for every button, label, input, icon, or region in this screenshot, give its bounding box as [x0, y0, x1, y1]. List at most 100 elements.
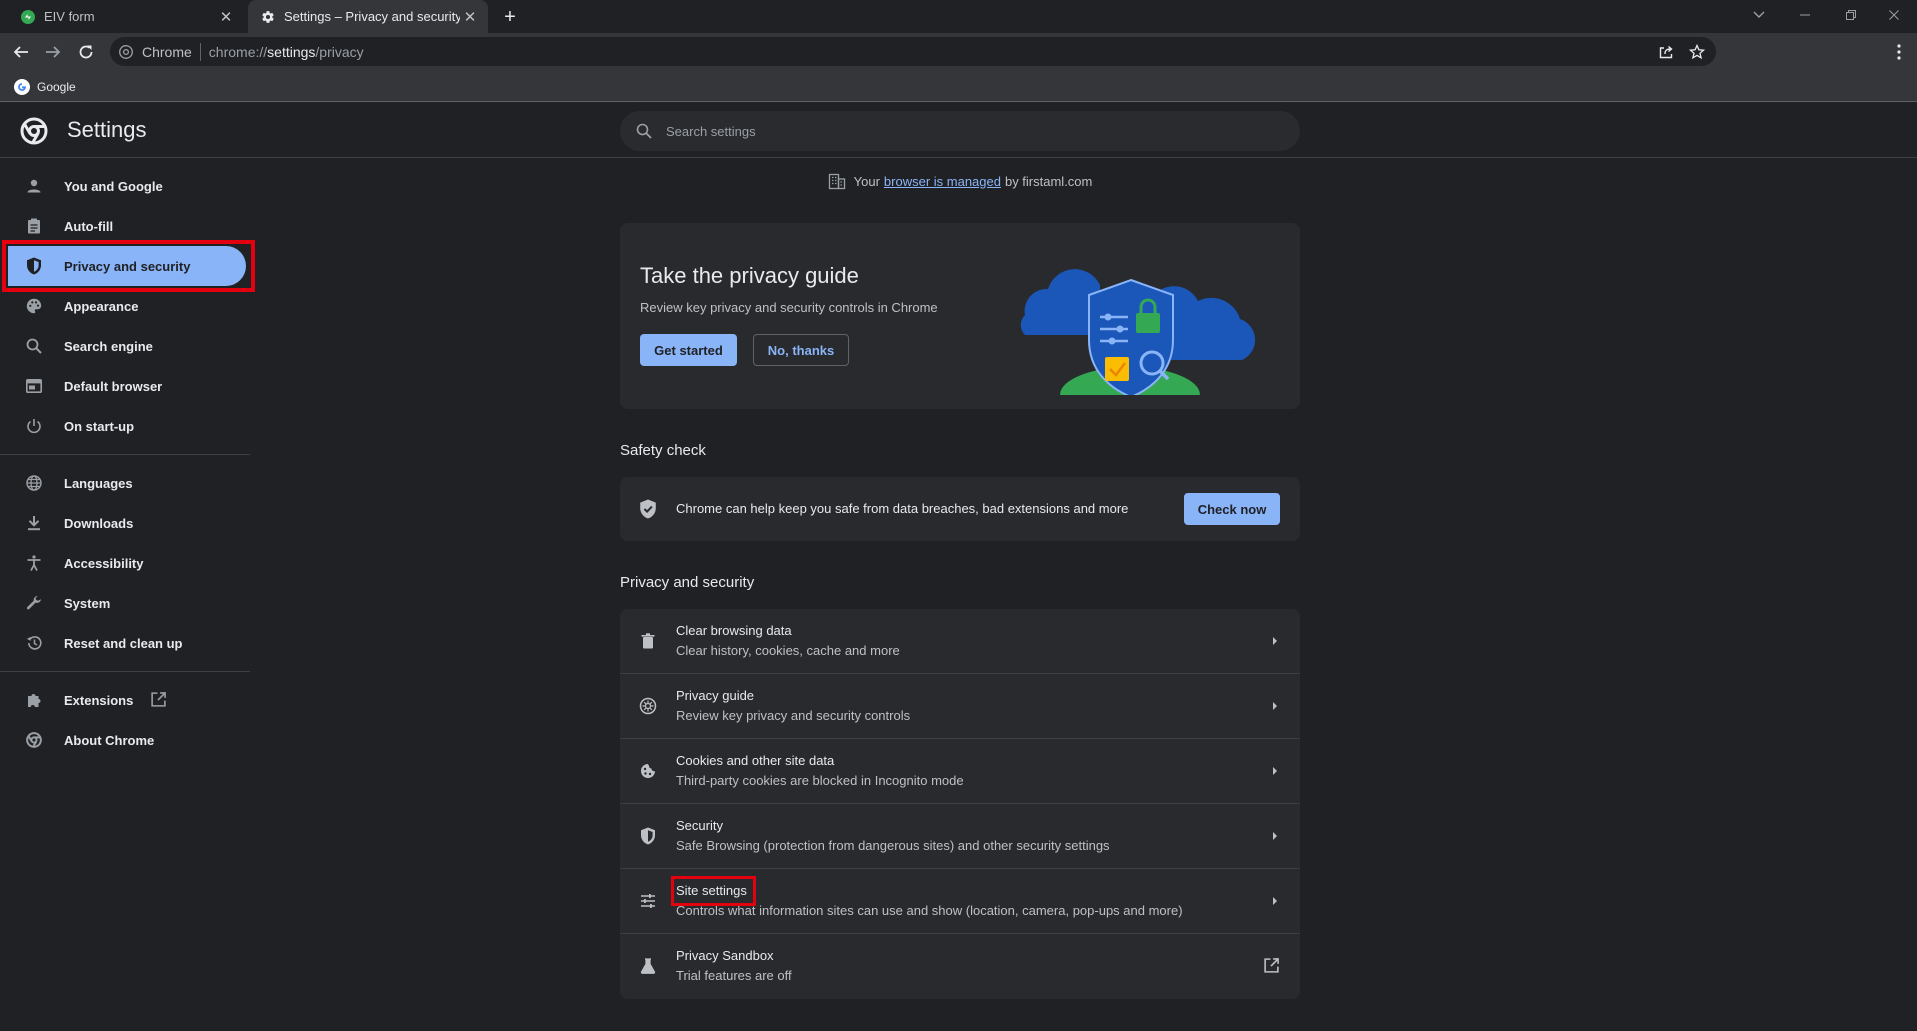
row-title: Clear browsing data: [676, 623, 792, 638]
bookmark-star-icon[interactable]: [1683, 37, 1711, 66]
row-clear-browsing-data[interactable]: Clear browsing data Clear history, cooki…: [620, 609, 1300, 674]
privacy-guide-promo-card: Take the privacy guide Review key privac…: [620, 223, 1300, 409]
chrome-icon: [118, 44, 134, 60]
close-window-icon[interactable]: [1871, 0, 1917, 30]
sidebar-item-reset-and-clean-up[interactable]: Reset and clean up: [0, 623, 250, 663]
share-icon[interactable]: [1652, 37, 1680, 66]
shield-icon: [638, 826, 658, 846]
sliders-icon: [638, 891, 658, 911]
clipboard-icon: [24, 216, 44, 236]
sidebar-item-system[interactable]: System: [0, 583, 250, 623]
close-tab-icon[interactable]: ✕: [216, 7, 236, 27]
row-title: Cookies and other site data: [676, 753, 835, 768]
tab-title: EIV form: [44, 9, 95, 24]
row-subtitle: Review key privacy and security controls: [676, 708, 911, 723]
row-privacy-guide[interactable]: Privacy guide Review key privacy and sec…: [620, 674, 1300, 739]
chevron-right-icon: [1266, 827, 1284, 845]
sidebar-item-label: Accessibility: [64, 555, 144, 571]
sidebar-item-label: System: [64, 595, 111, 611]
managed-suffix: by firstaml.com: [1004, 173, 1093, 189]
privacy-guide-subtitle: Review key privacy and security controls…: [640, 300, 938, 315]
settings-title: Settings: [67, 117, 147, 142]
no-thanks-button[interactable]: No, thanks: [753, 334, 849, 366]
sidebar-item-languages[interactable]: Languages: [0, 463, 250, 503]
get-started-button[interactable]: Get started: [640, 334, 737, 366]
wrench-icon: [24, 593, 44, 613]
sidebar-item-label: You and Google: [64, 178, 163, 194]
row-title: Privacy Sandbox: [676, 948, 774, 963]
settings-logo-icon: [20, 117, 48, 145]
person-icon: [24, 176, 44, 196]
bookmarks-bar: Google: [0, 71, 1917, 102]
search-icon: [634, 121, 654, 141]
row-title: Site settings: [676, 883, 747, 898]
palette-icon: [24, 296, 44, 316]
external-link-icon: [1262, 956, 1280, 974]
sidebar-item-auto-fill[interactable]: Auto-fill: [0, 206, 250, 246]
browser-managed-link[interactable]: browser is managed: [884, 174, 1001, 189]
tab-title: Settings – Privacy and security: [284, 9, 460, 24]
sidebar-item-label: Auto-fill: [64, 218, 114, 234]
privacy-guide-illustration: [1020, 269, 1256, 395]
bookmark-google[interactable]: Google: [8, 75, 82, 99]
url-scheme: chrome://: [208, 43, 268, 60]
safety-check-card: Chrome can help keep you safe from data …: [620, 477, 1300, 541]
bookmark-label: Google: [37, 80, 76, 94]
search-settings-input[interactable]: [666, 123, 1266, 139]
sidebar-item-search-engine[interactable]: Search engine: [0, 326, 250, 366]
sidebar-item-label: Downloads: [64, 515, 134, 531]
chevron-right-icon: [1266, 697, 1284, 715]
sidebar-item-on-start-up[interactable]: On start-up: [0, 406, 250, 446]
sidebar-item-about-chrome[interactable]: About Chrome: [0, 720, 250, 760]
row-title: Security: [676, 818, 723, 833]
flask-icon: [638, 956, 658, 976]
sidebar-item-label: About Chrome: [64, 732, 155, 748]
sidebar-item-appearance[interactable]: Appearance: [0, 286, 250, 326]
origin-label: Chrome: [142, 43, 192, 60]
safety-check-heading: Safety check: [620, 442, 706, 459]
sidebar-item-label: Appearance: [64, 298, 139, 314]
minimize-icon[interactable]: [1782, 0, 1828, 30]
close-tab-icon[interactable]: ✕: [460, 7, 480, 27]
tab-search-icon[interactable]: [1736, 0, 1782, 30]
sidebar-divider: [0, 671, 250, 672]
chevron-right-icon: [1266, 892, 1284, 910]
sidebar-item-label: Reset and clean up: [64, 635, 183, 651]
row-privacy-sandbox[interactable]: Privacy Sandbox Trial features are off: [620, 934, 1300, 999]
privacy-guide-title: Take the privacy guide: [640, 263, 859, 288]
back-icon[interactable]: [6, 37, 36, 67]
shield-icon: [24, 256, 44, 276]
sidebar-item-label: Extensions: [64, 692, 134, 708]
chrome-icon: [24, 730, 44, 750]
row-subtitle: Clear history, cookies, cache and more: [676, 643, 900, 658]
search-settings-box[interactable]: [620, 111, 1300, 151]
check-now-button[interactable]: Check now: [1184, 493, 1280, 525]
tab-settings[interactable]: Settings – Privacy and security ✕: [248, 0, 488, 33]
browser-icon: [24, 376, 44, 396]
row-title: Privacy guide: [676, 688, 755, 703]
new-tab-icon[interactable]: +: [498, 5, 522, 29]
sidebar-item-accessibility[interactable]: Accessibility: [0, 543, 250, 583]
sidebar-item-label: Languages: [64, 475, 133, 491]
chevron-right-icon: [1266, 762, 1284, 780]
reload-icon[interactable]: [71, 37, 101, 67]
tab-eiv-form[interactable]: EIV form ✕: [0, 0, 244, 33]
google-icon: [14, 79, 30, 95]
row-security[interactable]: Security Safe Browsing (protection from …: [620, 804, 1300, 869]
sidebar-item-you-and-google[interactable]: You and Google: [0, 166, 250, 206]
address-bar[interactable]: Chrome chrome://settings/privacy: [110, 37, 1716, 66]
managed-prefix: Your: [853, 173, 880, 189]
sidebar-item-label: On start-up: [64, 418, 135, 434]
sidebar-item-downloads[interactable]: Downloads: [0, 503, 250, 543]
shield-check-icon: [640, 499, 656, 519]
sidebar-item-default-browser[interactable]: Default browser: [0, 366, 250, 406]
restore-icon[interactable]: [1828, 0, 1874, 30]
more-menu-icon[interactable]: [1884, 37, 1914, 67]
forward-icon[interactable]: [38, 37, 68, 67]
row-site-settings[interactable]: Site settings Controls what information …: [620, 869, 1300, 934]
row-subtitle: Third-party cookies are blocked in Incog…: [676, 773, 964, 788]
row-cookies-and-site-data[interactable]: Cookies and other site data Third-party …: [620, 739, 1300, 804]
eiv-favicon-icon: [20, 9, 36, 25]
sidebar-item-extensions[interactable]: Extensions: [0, 680, 250, 720]
sidebar-item-privacy-and-security[interactable]: Privacy and security: [8, 246, 246, 286]
